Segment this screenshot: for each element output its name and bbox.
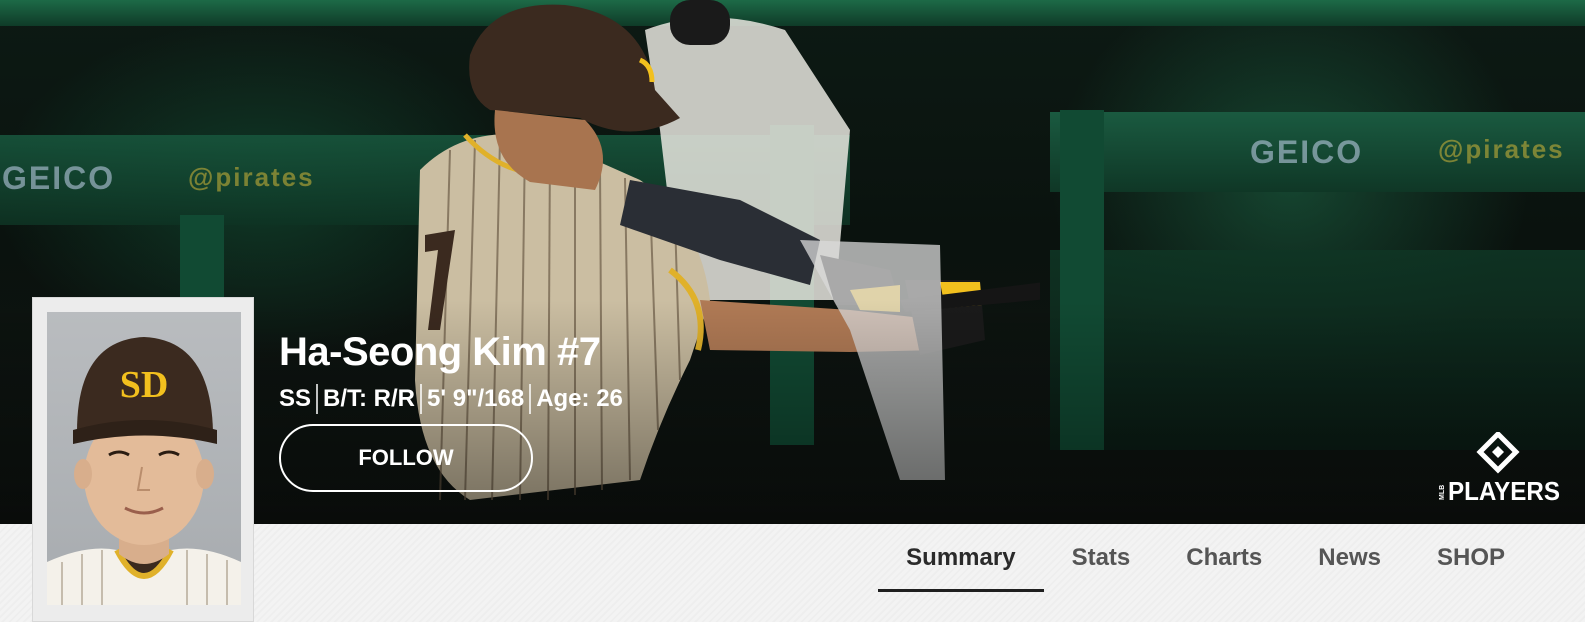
player-age: Age: 26 <box>536 385 623 412</box>
player-headshot: SD <box>47 312 241 605</box>
sign-pirates-left: @pirates <box>188 162 315 192</box>
meta-divider <box>316 384 319 414</box>
follow-button[interactable]: FOLLOW <box>279 424 533 492</box>
player-height-weight: 5' 9"/168 <box>427 385 525 412</box>
tab-stats[interactable]: Stats <box>1044 524 1159 592</box>
player-meta: SS B/T: R/R 5' 9"/168 Age: 26 <box>279 384 623 414</box>
player-bats-throws: B/T: R/R <box>323 385 416 412</box>
profile-tabs: Summary Stats Charts News SHOP <box>878 524 1533 592</box>
tab-charts[interactable]: Charts <box>1158 524 1290 592</box>
player-position: SS <box>279 385 312 412</box>
sign-geico-right: GEICO <box>1250 134 1364 170</box>
player-name: Ha-Seong Kim #7 <box>279 330 601 374</box>
svg-text:MLB: MLB <box>1439 485 1446 500</box>
meta-divider <box>420 384 423 414</box>
player-headshot-card: SD <box>32 297 254 622</box>
tab-shop[interactable]: SHOP <box>1409 524 1533 592</box>
mlb-players-logo: MLB PLAYERS <box>1439 432 1560 504</box>
headshot-illustration: SD <box>47 337 241 605</box>
svg-text:SD: SD <box>120 364 169 406</box>
svg-text:PLAYERS: PLAYERS <box>1448 476 1560 504</box>
tab-news[interactable]: News <box>1290 524 1409 592</box>
sign-pirates-right: @pirates <box>1438 134 1565 164</box>
tab-summary[interactable]: Summary <box>878 524 1044 592</box>
meta-divider <box>529 384 532 414</box>
sign-geico-left: GEICO <box>2 160 116 196</box>
